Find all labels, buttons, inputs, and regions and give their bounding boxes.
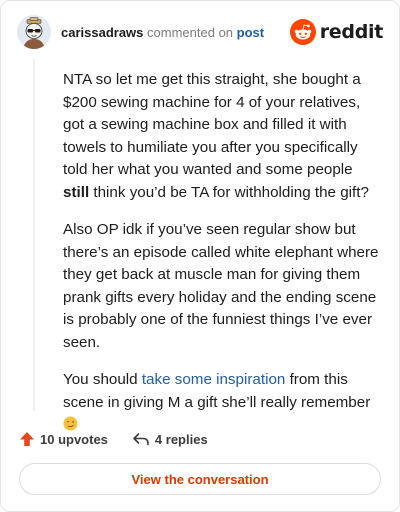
reply-count: 4 replies (154, 431, 208, 447)
post-link[interactable]: post (237, 25, 264, 40)
user-avatar[interactable] (17, 15, 51, 49)
thread-line (33, 59, 35, 411)
comment-paragraph-1: NTA so let me get this straight, she bou… (63, 69, 381, 204)
byline: carissadraws commented on post (61, 25, 264, 40)
avatar-illustration-icon (17, 15, 51, 49)
reply-arrow-icon[interactable] (132, 432, 150, 446)
upvote-arrow-icon[interactable] (19, 431, 35, 447)
comment-bold-text: still (63, 183, 90, 201)
comment-paragraph-3: You should take some inspiration from th… (63, 369, 381, 437)
username-link[interactable]: carissadraws (61, 25, 143, 40)
reddit-snoo-icon (289, 19, 316, 45)
reply-stat[interactable]: 4 replies (132, 432, 208, 447)
comment-paragraph-2: Also OP idk if you’ve seen regular show … (63, 221, 379, 351)
byline-action: commented on (147, 25, 234, 40)
comment-body: NTA so let me get this straight, she bou… (63, 69, 381, 452)
comment-card: carissadraws commented on post reddit NT… (0, 0, 400, 512)
upvote-stat[interactable]: 10 upvotes (19, 431, 108, 447)
inline-link[interactable]: take some inspiration (142, 371, 286, 388)
view-conversation-button[interactable]: View the conversation (19, 463, 381, 495)
comment-stats: 10 upvotes 4 replies (19, 429, 232, 449)
comment-text: NTA so let me get this straight, she bou… (63, 71, 361, 178)
brand-wordmark: reddit (319, 21, 384, 43)
comment-text: think you’d be TA for withholding the gi… (89, 183, 369, 201)
comment-header: carissadraws commented on post reddit (17, 15, 383, 51)
reddit-brand[interactable]: reddit (289, 17, 384, 47)
comment-text: You should (63, 371, 142, 388)
upvote-count: 10 upvotes (40, 431, 108, 447)
